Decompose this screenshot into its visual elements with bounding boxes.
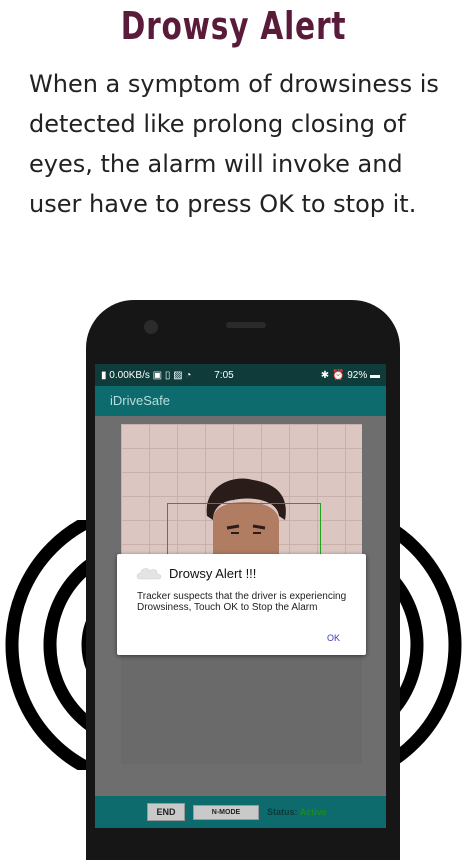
status-indicator: Status: Active	[267, 807, 327, 817]
end-button[interactable]: END	[147, 803, 185, 821]
n-mode-button[interactable]: N-MODE	[193, 804, 259, 820]
description-text: When a symptom of drowsiness is detected…	[29, 70, 439, 218]
bluetooth-icon: ✱	[320, 369, 330, 381]
alarm-clock-icon: ⏰	[331, 369, 345, 381]
ok-button[interactable]: OK	[327, 633, 340, 643]
status-label: Status:	[267, 807, 298, 817]
network-speed: 0.00KB/s	[109, 369, 150, 381]
status-bar: ▮ 0.00KB/s ▣ ▯ ▨ ◔ 7:05 ✱ ⏰ 92% ▬	[95, 364, 386, 386]
front-camera-icon	[144, 320, 158, 334]
app-bar-title: iDriveSafe	[95, 386, 386, 416]
dialog-title: Drowsy Alert !!!	[169, 566, 257, 581]
notification-icons: ▣ ▯ ▨ ◔	[152, 369, 192, 381]
battery-icon: ▬	[370, 369, 380, 381]
dialog-message: Tracker suspects that the driver is expe…	[137, 591, 347, 613]
signal-icon: ▮	[101, 369, 107, 381]
battery-percent: 92%	[347, 369, 368, 381]
speaker-grille	[226, 322, 266, 328]
cloud-icon	[136, 568, 162, 580]
clock: 7:05	[214, 369, 234, 381]
drowsy-alert-dialog: Drowsy Alert !!! Tracker suspects that t…	[117, 554, 366, 655]
face-detection-box	[167, 503, 321, 560]
bottom-control-bar: END N-MODE Status: Active	[95, 796, 386, 828]
status-value: Active	[299, 807, 327, 817]
page-title: Drowsy Alert	[120, 4, 347, 48]
